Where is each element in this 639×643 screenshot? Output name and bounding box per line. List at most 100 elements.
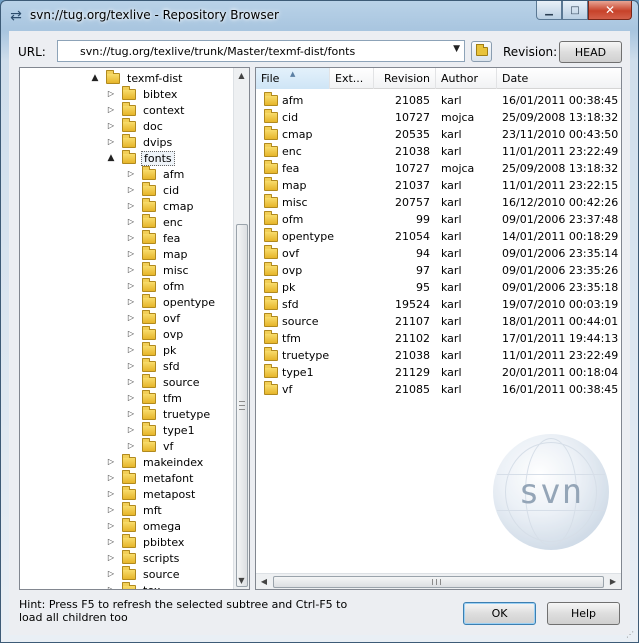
tree-collapsed-icon[interactable]: ▷ [106,566,116,582]
file-row[interactable]: cid 10727 mojca 25/09/2008 13:18:32 [256,109,621,126]
tree-vertical-scrollbar[interactable]: ▲ ▼ [233,68,249,589]
tree-collapsed-icon[interactable]: ▷ [126,310,136,326]
tree-item[interactable]: ▷ enc [126,213,185,230]
resize-grip-icon[interactable]: ⋰ [626,630,636,640]
file-row[interactable]: map 21037 karl 11/01/2011 23:22:15 [256,177,621,194]
tree-collapsed-icon[interactable]: ▷ [106,134,116,150]
tree-collapsed-icon[interactable]: ▷ [106,102,116,118]
close-button[interactable]: ✕ [588,1,632,20]
repository-tree[interactable]: ▲ texmf-dist ▷ bibtex ▷ context ▷ doc ▷ dvips ▲ fon… [19,67,250,590]
tree-collapsed-icon[interactable]: ▷ [126,406,136,422]
tree-collapsed-icon[interactable]: ▷ [126,198,136,214]
scroll-right-arrow-icon[interactable]: ▶ [605,574,621,589]
chevron-down-icon[interactable]: ▼ [453,44,460,54]
tree-item[interactable]: ▷ makeindex [106,453,205,470]
tree-item[interactable]: ▷ truetype [126,405,212,422]
url-combobox[interactable]: svn://tug.org/texlive/trunk/Master/texmf… [57,40,465,62]
tree-item[interactable]: ▷ type1 [126,421,197,438]
tree-item[interactable]: ▷ afm [126,165,186,182]
tree-collapsed-icon[interactable]: ▷ [106,502,116,518]
tree-collapsed-icon[interactable]: ▷ [126,246,136,262]
tree-collapsed-icon[interactable]: ▷ [126,358,136,374]
tree-collapsed-icon[interactable]: ▷ [106,518,116,534]
file-row[interactable]: source 21107 karl 18/01/2011 00:44:01 [256,313,621,330]
file-row[interactable]: sfd 19524 karl 19/07/2010 00:03:19 [256,296,621,313]
column-header-extension[interactable]: Ext... [330,68,374,89]
tree-item[interactable]: ▷ metapost [106,485,197,502]
tree-item[interactable]: ▷ sfd [126,357,182,374]
go-up-folder-button[interactable] [471,41,492,62]
tree-item[interactable]: ▷ context [106,101,186,118]
url-value[interactable]: svn://tug.org/texlive/trunk/Master/texmf… [80,45,355,58]
file-row[interactable]: misc 20757 karl 16/12/2010 00:42:26 [256,194,621,211]
tree-collapsed-icon[interactable]: ▷ [126,262,136,278]
scroll-left-arrow-icon[interactable]: ◀ [256,574,272,589]
list-horizontal-scrollbar[interactable]: ◀ ▶ [256,573,621,589]
file-row[interactable]: fea 10727 mojca 25/09/2008 13:18:32 [256,160,621,177]
title-bar[interactable]: ⇄ svn://tug.org/texlive - Repository Bro… [1,1,638,31]
tree-item[interactable]: ▷ vf [126,437,175,454]
tree-item[interactable]: ▷ pk [126,341,178,358]
file-row[interactable]: cmap 20535 karl 23/11/2010 00:43:50 [256,126,621,143]
tree-item[interactable]: ▷ source [106,565,182,582]
tree-item[interactable]: ▷ dvips [106,133,174,150]
tree-collapsed-icon[interactable]: ▷ [126,326,136,342]
tree-collapsed-icon[interactable]: ▷ [126,166,136,182]
column-header-revision[interactable]: Revision [374,68,436,89]
tree-item[interactable]: ▷ cmap [126,197,196,214]
tree-collapsed-icon[interactable]: ▷ [126,342,136,358]
tree-item[interactable]: ▷ tex [106,581,162,589]
tree-item[interactable]: ▷ fea [126,229,182,246]
column-header-file[interactable]: ▲ File [256,68,330,89]
tree-expanded-icon[interactable]: ▲ [90,70,100,86]
tree-collapsed-icon[interactable]: ▷ [106,534,116,550]
list-scroll-thumb[interactable] [273,576,604,588]
tree-collapsed-icon[interactable]: ▷ [126,438,136,454]
tree-collapsed-icon[interactable]: ▷ [106,118,116,134]
minimize-button[interactable]: ▁ [536,1,562,20]
tree-item[interactable]: ▷ source [126,373,202,390]
ok-button[interactable]: OK [463,602,536,625]
scroll-down-arrow-icon[interactable]: ▼ [234,573,249,589]
file-row[interactable]: ovf 94 karl 09/01/2006 23:35:14 [256,245,621,262]
tree-item[interactable]: ▷ omega [106,517,183,534]
tree-item[interactable]: ▷ map [126,245,189,262]
tree-item[interactable]: ▷ scripts [106,549,181,566]
file-row[interactable]: vf 21085 karl 16/01/2011 00:38:45 [256,381,621,398]
help-button[interactable]: Help [547,602,620,625]
tree-item[interactable]: ▷ misc [126,261,191,278]
tree-collapsed-icon[interactable]: ▷ [106,86,116,102]
tree-collapsed-icon[interactable]: ▷ [126,294,136,310]
tree-collapsed-icon[interactable]: ▷ [106,470,116,486]
column-header-author[interactable]: Author [436,68,497,89]
maximize-button[interactable]: □ [562,1,588,20]
tree-item[interactable]: ▷ ovp [126,325,185,342]
file-row[interactable]: truetype 21038 karl 11/01/2011 23:22:49 [256,347,621,364]
tree-item[interactable]: ▷ tfm [126,389,184,406]
file-row[interactable]: afm 21085 karl 16/01/2011 00:38:45 [256,92,621,109]
tree-item[interactable]: ▲ fonts [106,149,175,166]
tree-collapsed-icon[interactable]: ▷ [126,390,136,406]
tree-expanded-icon[interactable]: ▲ [106,150,116,166]
file-row[interactable]: type1 21129 karl 20/01/2011 00:18:04 [256,364,621,381]
tree-item[interactable]: ▷ mft [106,501,164,518]
file-row[interactable]: ofm 99 karl 09/01/2006 23:37:48 [256,211,621,228]
tree-collapsed-icon[interactable]: ▷ [106,582,116,589]
tree-collapsed-icon[interactable]: ▷ [126,182,136,198]
tree-item[interactable]: ▷ ovf [126,309,182,326]
file-row[interactable]: opentype 21054 karl 14/01/2011 00:18:29 [256,228,621,245]
tree-item[interactable]: ▷ metafont [106,469,195,486]
column-header-date[interactable]: Date [497,68,621,89]
tree-collapsed-icon[interactable]: ▷ [126,422,136,438]
file-row[interactable]: pk 95 karl 09/01/2006 23:35:18 [256,279,621,296]
tree-scroll-thumb[interactable] [236,224,248,587]
file-row[interactable]: tfm 21102 karl 17/01/2011 19:44:13 [256,330,621,347]
tree-item[interactable]: ▷ bibtex [106,85,179,102]
tree-collapsed-icon[interactable]: ▷ [126,374,136,390]
revision-head-button[interactable]: HEAD [559,41,622,63]
file-list[interactable]: ▲ File Ext... Revision Author Date afm 21… [255,67,622,590]
tree-item[interactable]: ▲ texmf-dist [90,69,184,86]
tree-collapsed-icon[interactable]: ▷ [126,230,136,246]
tree-item[interactable]: ▷ cid [126,181,181,198]
tree-collapsed-icon[interactable]: ▷ [106,486,116,502]
